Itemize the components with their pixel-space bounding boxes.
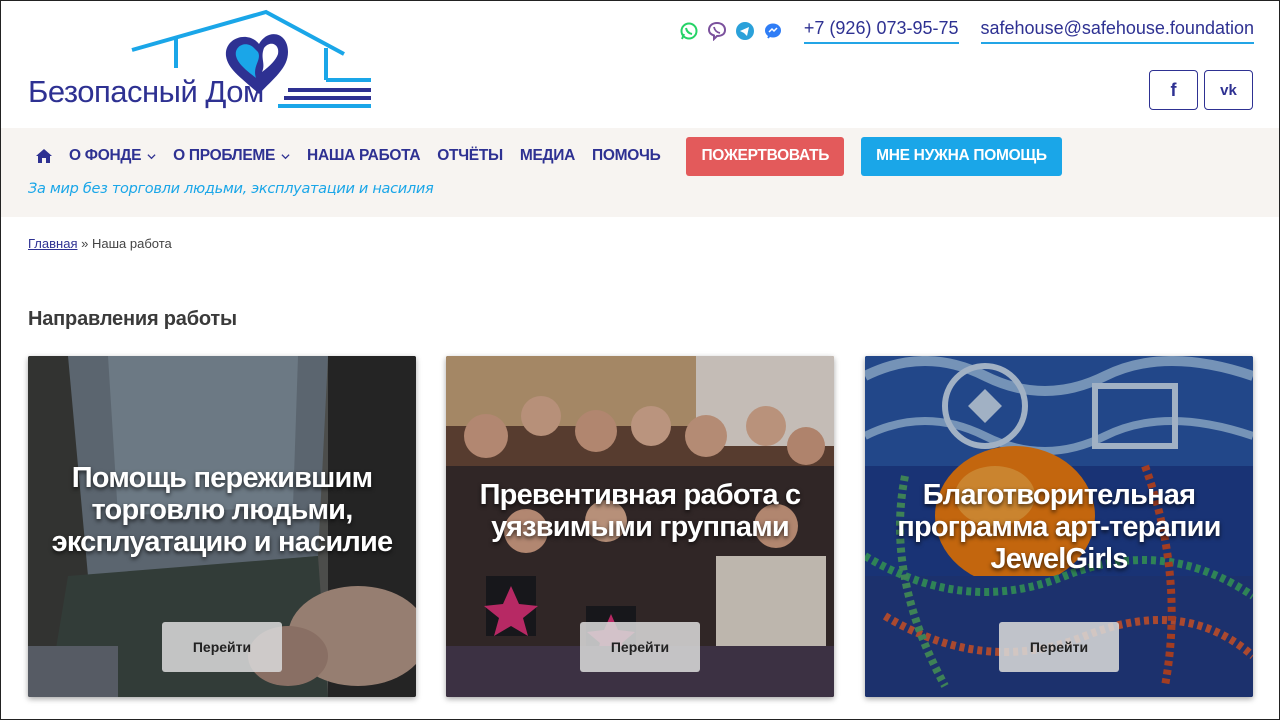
nav-item-help-us[interactable]: ПОМОЧЬ [592, 147, 661, 165]
social-links: f vk [1149, 70, 1253, 110]
breadcrumb-current: Наша работа [91, 236, 172, 251]
nav-item-label: О ПРОБЛЕМЕ [173, 147, 276, 164]
messenger-icon[interactable] [762, 20, 784, 42]
section-title: Направления работы [28, 308, 237, 330]
home-icon[interactable] [36, 149, 52, 163]
nav-item-label: О ФОНДЕ [69, 147, 142, 164]
nav-item-about[interactable]: О ФОНДЕ [69, 147, 156, 165]
breadcrumb: Главная » Наша работа [28, 236, 172, 251]
nav-item-media[interactable]: МЕДИА [520, 147, 575, 165]
card-title: Благотворительная программа арт-терапии … [897, 479, 1221, 575]
vk-icon: vk [1220, 81, 1237, 99]
whatsapp-icon[interactable] [678, 20, 700, 42]
chevron-down-icon [281, 153, 290, 159]
vk-button[interactable]: vk [1204, 70, 1253, 110]
nav-band: О ФОНДЕ О ПРОБЛЕМЕ НАША РАБОТА ОТЧЁТЫ МЕ… [0, 128, 1280, 217]
card-go-button[interactable]: Перейти [162, 622, 282, 672]
nav-item-reports[interactable]: ОТЧЁТЫ [437, 147, 503, 165]
phone-link[interactable]: +7 (926) 073-95-75 [803, 18, 959, 44]
chevron-down-icon [147, 153, 156, 159]
facebook-button[interactable]: f [1149, 70, 1198, 110]
main-nav: О ФОНДЕ О ПРОБЛЕМЕ НАША РАБОТА ОТЧЁТЫ МЕ… [36, 136, 1062, 176]
tagline: За мир без торговли людьми, эксплуатации… [28, 181, 434, 197]
card-trafficking-help[interactable]: Помощь пережившим торговлю людьми, экспл… [28, 356, 416, 697]
contact-bar: +7 (926) 073-95-75 safehouse@safehouse.f… [678, 18, 1254, 44]
card-title: Превентивная работа с уязвимыми группами [479, 479, 802, 543]
breadcrumb-home-link[interactable]: Главная [28, 236, 77, 251]
facebook-icon: f [1170, 79, 1177, 100]
breadcrumb-separator: » [81, 236, 89, 251]
viber-icon[interactable] [706, 20, 728, 42]
nav-item-our-work[interactable]: НАША РАБОТА [307, 147, 421, 165]
card-title: Помощь пережившим торговлю людьми, экспл… [51, 462, 394, 558]
site-header: Безопасный Дом +7 (926) 073-95-75 safeho… [0, 0, 1280, 128]
need-help-button[interactable]: МНЕ НУЖНА ПОМОЩЬ [861, 136, 1062, 176]
logo-text: Безопасный Дом [28, 74, 264, 109]
telegram-icon[interactable] [734, 20, 756, 42]
nav-item-problem[interactable]: О ПРОБЛЕМЕ [173, 147, 290, 165]
donate-button[interactable]: ПОЖЕРТВОВАТЬ [686, 136, 845, 176]
email-link[interactable]: safehouse@safehouse.foundation [980, 18, 1254, 44]
card-go-button[interactable]: Перейти [580, 622, 700, 672]
card-go-button[interactable]: Перейти [999, 622, 1119, 672]
site-logo[interactable]: Безопасный Дом [26, 8, 376, 116]
card-prevention[interactable]: Превентивная работа с уязвимыми группами… [446, 356, 834, 697]
card-jewelgirls[interactable]: Благотворительная программа арт-терапии … [865, 356, 1253, 697]
